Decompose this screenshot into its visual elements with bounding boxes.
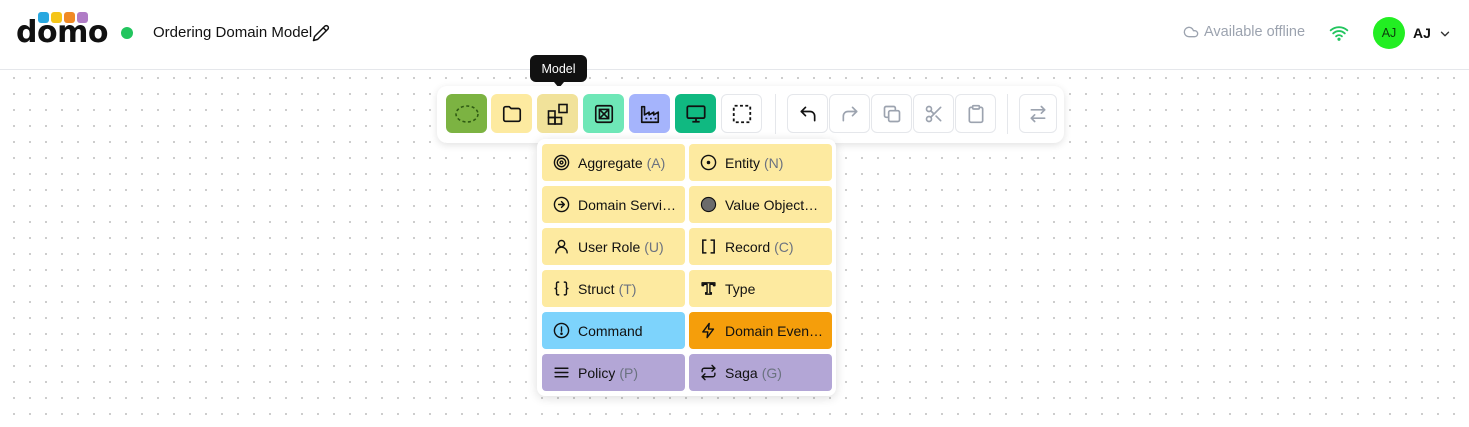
offline-status: Available offline [1183, 24, 1305, 40]
toolbar-divider [1007, 94, 1008, 134]
braces-icon [552, 280, 570, 298]
document-title: Ordering Domain Model [153, 24, 313, 41]
select-tool-button[interactable] [721, 94, 762, 133]
save-status-indicator [121, 27, 133, 39]
dashed-square-icon [731, 103, 753, 125]
alert-circle-icon [552, 322, 570, 340]
brackets-icon [699, 238, 717, 256]
menu-item-policy[interactable]: Policy (P) [542, 354, 685, 391]
zap-icon [699, 322, 717, 340]
folder-tool-button[interactable] [491, 94, 532, 133]
factory-tool-button[interactable] [629, 94, 670, 133]
target-icon [552, 154, 570, 172]
menu-item-shortcut: (T) [618, 280, 637, 297]
avatar[interactable]: AJ [1373, 17, 1405, 49]
menu-item-type[interactable]: Type [689, 270, 832, 307]
x-square-icon [593, 103, 615, 125]
menu-lines-icon [552, 364, 570, 382]
menu-item-record[interactable]: Record (C) [689, 228, 832, 265]
swap-button[interactable] [1019, 94, 1057, 133]
menu-item-shortcut: (U) [644, 238, 664, 255]
swap-icon [1028, 104, 1048, 124]
menu-item-struct[interactable]: Struct (T) [542, 270, 685, 307]
offline-label: Available offline [1204, 24, 1306, 40]
dashed-ellipse-icon [454, 103, 480, 125]
menu-item-label: Aggregate [578, 154, 643, 171]
logo-wordmark: domo [16, 15, 108, 50]
factory-icon [639, 103, 661, 125]
menu-item-label: Value Object… [725, 196, 819, 213]
clipboard-icon [966, 104, 986, 124]
menu-item-domain-service[interactable]: Domain Servi… [542, 186, 685, 223]
monitor-icon [684, 103, 708, 125]
menu-item-label: Struct [578, 280, 615, 297]
menu-item-label: Type [725, 280, 756, 297]
cloud-icon [1183, 24, 1199, 40]
menu-item-label: User Role [578, 238, 641, 255]
menu-item-label: Entity [725, 154, 761, 171]
user-name[interactable]: AJ [1413, 25, 1431, 41]
menu-item-shortcut: (G) [761, 364, 782, 381]
menu-item-aggregate[interactable]: Aggregate (A) [542, 144, 685, 181]
domo-logo[interactable]: domo [16, 12, 108, 50]
user-icon [552, 238, 570, 256]
menu-item-label: Saga [725, 364, 758, 381]
redo-button[interactable] [829, 94, 870, 133]
ui-tool-button[interactable] [675, 94, 716, 133]
menu-item-entity[interactable]: Entity (N) [689, 144, 832, 181]
wifi-icon [1328, 23, 1350, 43]
type-icon [699, 280, 717, 298]
menu-item-shortcut: (P) [619, 364, 639, 381]
menu-item-value-object[interactable]: Value Object… [689, 186, 832, 223]
menu-item-domain-event[interactable]: Domain Even… [689, 312, 832, 349]
menu-item-shortcut: (C) [774, 238, 794, 255]
model-dropdown-menu: Aggregate (A) Entity (N) Domain Servi… V… [537, 139, 836, 396]
menu-item-shortcut: (A) [646, 154, 666, 171]
chevron-down-icon[interactable] [1438, 27, 1452, 41]
copy-icon [882, 104, 902, 124]
model-tool-button[interactable] [537, 94, 578, 133]
arrow-circle-icon [552, 196, 570, 214]
circle-dot-icon [699, 154, 717, 172]
pencil-icon[interactable] [312, 24, 330, 42]
menu-item-label: Policy [578, 364, 616, 381]
scissors-icon [924, 104, 944, 124]
group-tool-button[interactable] [446, 94, 487, 133]
menu-item-label: Domain Servi… [578, 196, 677, 213]
avatar-initials: AJ [1381, 26, 1397, 40]
menu-item-label: Command [578, 322, 643, 339]
shapes-icon [546, 102, 570, 126]
undo-icon [798, 104, 818, 124]
toolbar-divider [775, 94, 776, 134]
redo-icon [840, 104, 860, 124]
menu-item-saga[interactable]: Saga (G) [689, 354, 832, 391]
repeat-icon [699, 364, 717, 382]
bounded-context-tool-button[interactable] [583, 94, 624, 133]
menu-item-label: Domain Even… [725, 322, 824, 339]
filled-circle-icon [699, 196, 717, 214]
menu-item-label: Record [725, 238, 771, 255]
cut-button[interactable] [913, 94, 954, 133]
menu-item-command[interactable]: Command [542, 312, 685, 349]
menu-item-shortcut: (N) [764, 154, 784, 171]
top-bar: domo Ordering Domain Model Available off… [0, 0, 1469, 70]
menu-item-user-role[interactable]: User Role (U) [542, 228, 685, 265]
model-tooltip: Model [530, 55, 587, 88]
copy-button[interactable] [871, 94, 912, 133]
main-toolbar [437, 86, 1064, 143]
folder-icon [501, 103, 523, 125]
paste-button[interactable] [955, 94, 996, 133]
undo-button[interactable] [787, 94, 828, 133]
